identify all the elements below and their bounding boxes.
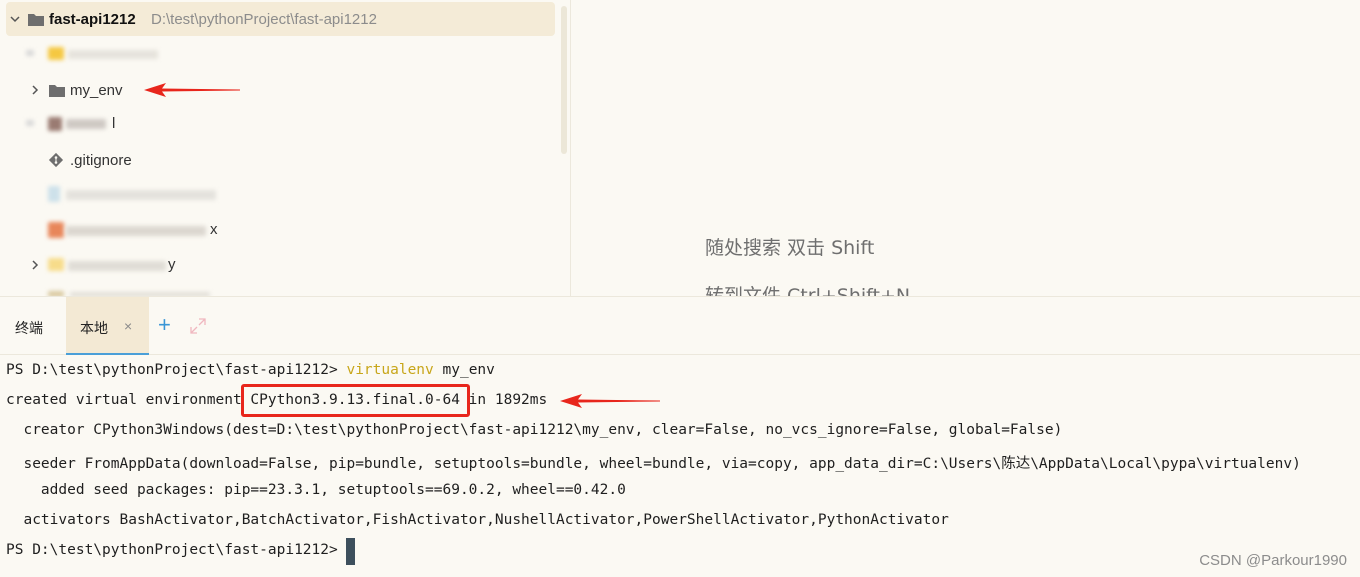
annotation-highlight-box	[241, 384, 470, 417]
tab-local[interactable]: 本地 ×	[66, 297, 149, 355]
terminal-command: virtualenv	[346, 362, 434, 378]
blurred-label-fragment: y	[168, 256, 176, 273]
folder-icon	[48, 47, 64, 60]
blurred-item-label	[68, 261, 166, 271]
blurred-item-label	[68, 50, 158, 59]
folder-icon	[28, 13, 44, 26]
terminal-line: activators BashActivator,BatchActivator,…	[6, 512, 949, 528]
blurred-item-label	[66, 119, 106, 129]
terminal-title: 终端	[15, 321, 43, 337]
close-icon[interactable]: ×	[124, 319, 132, 333]
folder-icon	[48, 258, 64, 271]
blurred-file-icon	[48, 222, 64, 238]
annotation-arrow	[560, 394, 660, 408]
terminal-line: seeder FromAppData(download=False, pip=b…	[6, 456, 1301, 472]
chevron-right-icon[interactable]	[30, 260, 40, 270]
hint-goto-file: 转到文件 Ctrl+Shift+N	[705, 285, 911, 296]
git-icon	[48, 152, 64, 168]
terminal-tab-bar: 终端 本地 × +	[0, 296, 1360, 355]
hint-search-everywhere: 随处搜索 双击 Shift	[705, 237, 875, 259]
terminal-line: PS D:\test\pythonProject\fast-api1212> v…	[6, 362, 495, 378]
tree-item-my-env[interactable]: my_env	[6, 73, 555, 107]
expand-icon[interactable]	[189, 317, 207, 335]
terminal-prompt-line: PS D:\test\pythonProject\fast-api1212>	[6, 542, 347, 558]
watermark: CSDN @Parkour1990	[1199, 552, 1347, 569]
project-tool-window: fast-api1212 D:\test\pythonProject\fast-…	[0, 0, 570, 296]
chevron-down-icon[interactable]	[10, 14, 20, 24]
tree-item-label: .gitignore	[70, 151, 132, 169]
tree-item-label: my_env	[70, 81, 123, 99]
blurred-label-fragment: x	[210, 221, 218, 238]
blurred-file-icon	[48, 186, 60, 202]
blurred-chevron	[26, 120, 34, 126]
blurred-chevron	[26, 50, 34, 56]
tab-label: 本地	[80, 321, 108, 337]
annotation-arrow	[144, 83, 240, 97]
terminal-line: creator CPython3Windows(dest=D:\test\pyt…	[6, 422, 1063, 438]
blurred-file-icon	[48, 117, 62, 131]
blurred-label-fragment: l	[112, 115, 116, 132]
project-root-name: fast-api1212	[49, 10, 136, 28]
terminal-output[interactable]: PS D:\test\pythonProject\fast-api1212> v…	[0, 356, 1360, 577]
editor-empty-state: 随处搜索 双击 Shift 转到文件 Ctrl+Shift+N	[571, 0, 1360, 296]
tree-root-row[interactable]: fast-api1212 D:\test\pythonProject\fast-…	[6, 2, 555, 36]
add-tab-icon[interactable]: +	[158, 314, 171, 336]
tree-item-gitignore[interactable]: .gitignore	[6, 143, 555, 177]
terminal-cursor	[346, 538, 355, 565]
project-root-path: D:\test\pythonProject\fast-api1212	[151, 10, 377, 28]
chevron-right-icon[interactable]	[30, 85, 40, 95]
folder-icon	[49, 84, 65, 97]
blurred-item-label	[66, 226, 206, 236]
project-scrollbar[interactable]	[561, 6, 567, 154]
blurred-item-label	[66, 190, 216, 200]
terminal-args: my_env	[433, 362, 495, 378]
terminal-prompt: PS D:\test\pythonProject\fast-api1212>	[6, 362, 347, 378]
terminal-line: added seed packages: pip==23.3.1, setupt…	[6, 482, 626, 498]
